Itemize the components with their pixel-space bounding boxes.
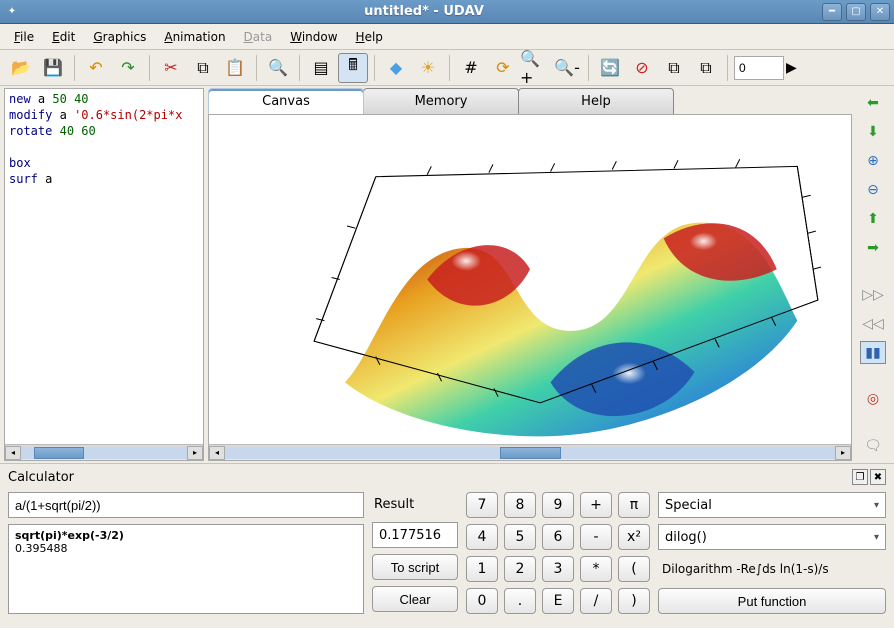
history-box[interactable]: sqrt(pi)*exp(-3/2) 0.395488 [8,524,364,614]
minimize-button[interactable]: ━ [822,3,842,21]
copy-image-icon[interactable]: ⧉ [659,53,689,83]
expression-input[interactable] [8,492,364,518]
clear-button[interactable]: Clear [372,586,458,612]
key-6[interactable]: 6 [542,524,574,550]
key-rparen[interactable]: ) [618,588,650,614]
calculator-icon[interactable]: 🖩 [338,53,368,83]
canvas-panel: ◂ ▸ [208,114,852,461]
zoom-in-icon[interactable]: 🔍+ [520,53,550,83]
key-0[interactable]: 0 [466,588,498,614]
tab-memory[interactable]: Memory [363,88,519,114]
sun-icon[interactable]: ☀ [413,53,443,83]
to-script-button[interactable]: To script [372,554,458,580]
chat-icon[interactable]: 🗨 [860,434,886,457]
put-function-button[interactable]: Put function [658,588,886,614]
copy-icon[interactable]: ⧉ [188,53,218,83]
close-panel-icon[interactable]: ✖ [870,469,886,485]
reload-icon[interactable]: 🔄 [595,53,625,83]
frame-spin[interactable] [734,56,784,80]
function-description: Dilogarithm -Re∫ds ln(1-s)/s [658,556,886,582]
window-title: untitled* - UDAV [26,4,822,19]
titlebar: ✦ untitled* - UDAV ━ ▢ ✕ [0,0,894,24]
menu-edit[interactable]: Edit [44,27,83,47]
calculator-title: Calculator [8,470,850,485]
status-bar [0,622,894,628]
menubar: File Edit Graphics Animation Data Window… [0,24,894,50]
special-category-combo[interactable]: Special▾ [658,492,886,518]
zoom-out-icon[interactable]: 🔍- [552,53,582,83]
canvas-hscroll[interactable]: ◂ ▸ [209,444,851,460]
history-expr: sqrt(pi)*exp(-3/2) [15,529,357,542]
play-icon[interactable]: ▷▷ [860,283,886,306]
arrow-right-green-icon[interactable]: ➡ [860,237,886,260]
menu-file[interactable]: File [6,27,42,47]
menu-graphics[interactable]: Graphics [85,27,154,47]
keypad: 7 8 9 + π 4 5 6 - x² 1 2 3 * ( 0 . E / ) [466,492,650,614]
stop-icon[interactable]: ⊘ [627,53,657,83]
redo-icon[interactable]: ↷ [113,53,143,83]
cut-icon[interactable]: ✂ [156,53,186,83]
arrow-down-green-icon[interactable]: ⬇ [860,121,886,144]
next-frame-icon[interactable]: ▶ [786,60,806,76]
key-9[interactable]: 9 [542,492,574,518]
key-dot[interactable]: . [504,588,536,614]
function-combo[interactable]: dilog()▾ [658,524,886,550]
main-toolbar: 📂 💾 ↶ ↷ ✂ ⧉ 📋 🔍 ▤ 🖩 ◆ ☀ # ⟳ 🔍+ 🔍- 🔄 ⊘ ⧉ … [0,50,894,86]
menu-window[interactable]: Window [282,27,345,47]
detach-panel-icon[interactable]: ❐ [852,469,868,485]
key-7[interactable]: 7 [466,492,498,518]
close-button[interactable]: ✕ [870,3,890,21]
main-area: new a 50 40 modify a '0.6*sin(2*pi*x rot… [0,86,894,628]
side-toolbar: ⬅ ⬇ ⊕ ⊖ ⬆ ➡ ▷▷ ◁◁ ▮▮ ◎ 🗨 [856,88,890,461]
key-pi[interactable]: π [618,492,650,518]
rewind-icon[interactable]: ◁◁ [860,312,886,335]
zoom-out-icon[interactable]: ⊖ [860,179,886,202]
menu-help[interactable]: Help [348,27,391,47]
tabs: Canvas Memory Help [208,88,852,114]
script-icon[interactable]: ▤ [306,53,336,83]
key-square[interactable]: x² [618,524,650,550]
key-minus[interactable]: - [580,524,612,550]
target-icon[interactable]: ◎ [860,388,886,411]
save-icon[interactable]: 💾 [38,53,68,83]
result-value: 0.177516 [372,522,458,548]
open-icon[interactable]: 📂 [6,53,36,83]
arrow-up-green-icon[interactable]: ⬆ [860,208,886,231]
key-lparen[interactable]: ( [618,556,650,582]
key-3[interactable]: 3 [542,556,574,582]
undo-icon[interactable]: ↶ [81,53,111,83]
menu-data: Data [236,27,281,47]
zoom-in-icon[interactable]: ⊕ [860,150,886,173]
key-e[interactable]: E [542,588,574,614]
result-label: Result [372,492,458,516]
editor-hscroll[interactable]: ◂ ▸ [5,444,203,460]
key-2[interactable]: 2 [504,556,536,582]
app-icon: ✦ [4,4,20,20]
key-plus[interactable]: + [580,492,612,518]
grid-icon[interactable]: # [456,53,486,83]
arrow-left-green-icon[interactable]: ⬅ [860,92,886,115]
diamond-icon[interactable]: ◆ [381,53,411,83]
export-icon[interactable]: ⧉ [691,53,721,83]
menu-animation[interactable]: Animation [156,27,233,47]
film-icon[interactable]: ▮▮ [860,341,886,364]
surface-plot[interactable] [209,115,851,444]
key-8[interactable]: 8 [504,492,536,518]
paste-icon[interactable]: 📋 [220,53,250,83]
key-4[interactable]: 4 [466,524,498,550]
history-value: 0.395488 [15,542,357,555]
key-divide[interactable]: / [580,588,612,614]
code-editor[interactable]: new a 50 40 modify a '0.6*sin(2*pi*x rot… [4,88,204,461]
tab-help[interactable]: Help [518,88,674,114]
key-1[interactable]: 1 [466,556,498,582]
refresh-icon[interactable]: ⟳ [488,53,518,83]
find-icon[interactable]: 🔍 [263,53,293,83]
maximize-button[interactable]: ▢ [846,3,866,21]
tab-canvas[interactable]: Canvas [208,88,364,114]
key-5[interactable]: 5 [504,524,536,550]
key-multiply[interactable]: * [580,556,612,582]
calculator-panel: Calculator ❐ ✖ sqrt(pi)*exp(-3/2) 0.3954… [0,463,894,622]
